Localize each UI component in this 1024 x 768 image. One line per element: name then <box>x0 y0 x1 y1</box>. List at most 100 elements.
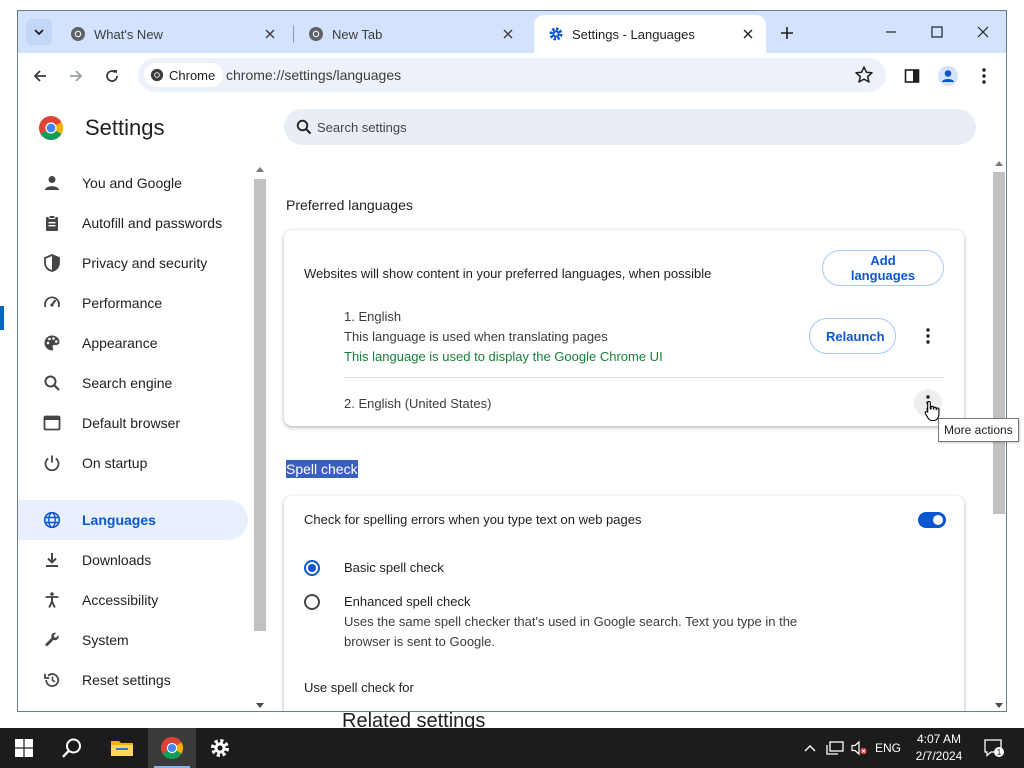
new-tab-button[interactable] <box>773 21 801 45</box>
kebab-menu-icon <box>982 68 986 84</box>
bookmark-star-icon[interactable] <box>854 65 874 90</box>
chrome-logo-icon <box>150 68 164 82</box>
spell-check-toggle[interactable] <box>918 512 946 528</box>
browser-menu-button[interactable] <box>971 63 997 89</box>
windows-taskbar: ENG 4:07 AM 2/7/2024 1 <box>0 728 1024 768</box>
side-panel-button[interactable] <box>899 63 925 89</box>
back-button[interactable] <box>27 63 53 89</box>
scrollbar-thumb[interactable] <box>993 172 1005 514</box>
scroll-down-arrow-icon[interactable] <box>995 703 1003 708</box>
sidebar-item-search-engine[interactable]: Search engine <box>18 363 248 403</box>
sidebar-item-downloads[interactable]: Downloads <box>18 540 248 580</box>
plus-icon <box>781 27 793 39</box>
sidebar-item-reset-settings[interactable]: Reset settings <box>18 660 248 700</box>
address-bar[interactable]: Chrome chrome://settings/languages <box>138 58 886 92</box>
chrome-taskbar-button[interactable] <box>148 728 196 768</box>
chrome-logo-icon <box>39 116 63 140</box>
scroll-up-arrow-icon[interactable] <box>995 161 1003 166</box>
chevron-down-icon <box>34 29 44 36</box>
taskbar-search-button[interactable] <box>48 728 96 768</box>
language-translate-note: This language is used when translating p… <box>344 329 608 344</box>
file-explorer-button[interactable] <box>98 728 146 768</box>
scroll-up-arrow-icon[interactable] <box>256 167 264 172</box>
sidebar-item-label: Reset settings <box>82 672 171 688</box>
network-icon[interactable] <box>824 728 846 768</box>
divider <box>344 377 944 378</box>
wrench-icon <box>42 630 62 650</box>
sidebar-item-label: On startup <box>82 455 148 471</box>
enhanced-spell-check-radio[interactable] <box>304 594 320 610</box>
sidebar-item-appearance[interactable]: Appearance <box>18 323 248 363</box>
search-icon <box>42 373 62 393</box>
tab-whats-new[interactable]: What's New <box>56 15 288 53</box>
sidebar-item-label: Search engine <box>82 375 173 391</box>
show-hidden-icons-button[interactable] <box>800 728 820 768</box>
sidebar-item-accessibility[interactable]: Accessibility <box>18 580 248 620</box>
taskbar-clock[interactable]: 4:07 AM 2/7/2024 <box>908 731 970 765</box>
forward-button[interactable] <box>63 63 89 89</box>
close-icon[interactable] <box>260 24 280 44</box>
browser-toolbar: Chrome chrome://settings/languages <box>18 53 1006 97</box>
chrome-logo-icon <box>160 736 184 760</box>
language-more-actions-button[interactable] <box>914 322 942 350</box>
sidebar-item-label: You and Google <box>82 175 182 191</box>
sidebar-item-system[interactable]: System <box>18 620 248 660</box>
sidebar-item-languages[interactable]: Languages <box>18 500 248 540</box>
input-language-indicator[interactable]: ENG <box>872 728 904 768</box>
search-input[interactable] <box>317 109 917 145</box>
settings-header: Settings <box>18 97 1006 157</box>
reset-history-icon <box>42 670 62 690</box>
add-languages-button[interactable]: Add languages <box>822 250 944 286</box>
shield-icon <box>42 253 62 273</box>
site-info-chip[interactable]: Chrome <box>144 63 224 87</box>
tab-search-button[interactable] <box>26 19 52 45</box>
notification-count: 1 <box>997 747 1002 757</box>
scrollbar-thumb[interactable] <box>254 179 266 631</box>
basic-spell-check-radio[interactable] <box>304 560 320 576</box>
settings-search[interactable] <box>284 109 976 145</box>
tab-new-tab[interactable]: New Tab <box>294 15 526 53</box>
notifications-button[interactable]: 1 <box>980 728 1008 768</box>
clipboard-icon <box>42 213 62 233</box>
settings-taskbar-button[interactable] <box>196 728 244 768</box>
browser-window: What's New New Tab Settings - Languages <box>17 10 1007 712</box>
sidebar-item-on-startup[interactable]: On startup <box>18 443 248 483</box>
relaunch-button[interactable]: Relaunch <box>809 318 896 354</box>
arrow-right-icon <box>70 70 83 82</box>
sidebar-item-label: Autofill and passwords <box>82 215 223 231</box>
scroll-down-arrow-icon[interactable] <box>256 703 264 708</box>
sidebar-item-autofill[interactable]: Autofill and passwords <box>18 203 248 243</box>
chrome-favicon-icon <box>71 27 85 41</box>
minimize-button[interactable] <box>868 15 914 49</box>
search-icon <box>296 119 312 135</box>
sidebar-item-default-browser[interactable]: Default browser <box>18 403 248 443</box>
gear-icon <box>549 27 563 41</box>
enhanced-spell-check-label: Enhanced spell check <box>344 594 471 609</box>
sidebar-item-label: Accessibility <box>82 592 159 608</box>
reload-button[interactable] <box>99 63 125 89</box>
start-button[interactable] <box>0 728 48 768</box>
sidebar-scrollbar[interactable] <box>254 165 266 711</box>
tab-settings-languages[interactable]: Settings - Languages <box>534 15 766 53</box>
sidebar-item-you-and-google[interactable]: You and Google <box>18 163 248 203</box>
browser-window-icon <box>42 413 62 433</box>
windows-logo-icon <box>15 739 33 757</box>
sidebar-item-label: Languages <box>82 512 156 528</box>
tab-title: Settings - Languages <box>572 26 695 42</box>
kebab-menu-icon <box>926 328 930 344</box>
maximize-button[interactable] <box>914 15 960 49</box>
close-icon[interactable] <box>498 24 518 44</box>
volume-muted-icon[interactable] <box>848 728 870 768</box>
page-title: Settings <box>85 115 165 140</box>
sidebar-item-performance[interactable]: Performance <box>18 283 248 323</box>
profile-button[interactable] <box>935 63 961 89</box>
window-close-button[interactable] <box>960 15 1006 49</box>
sidebar-item-label: Default browser <box>82 415 181 431</box>
download-icon <box>42 550 62 570</box>
side-panel-icon <box>904 69 920 83</box>
close-icon[interactable] <box>738 24 758 44</box>
url-text[interactable]: chrome://settings/languages <box>226 67 401 83</box>
enhanced-spell-check-desc: browser is sent to Google. <box>344 634 496 649</box>
hand-pointer-cursor-icon <box>924 400 940 422</box>
sidebar-item-privacy[interactable]: Privacy and security <box>18 243 248 283</box>
